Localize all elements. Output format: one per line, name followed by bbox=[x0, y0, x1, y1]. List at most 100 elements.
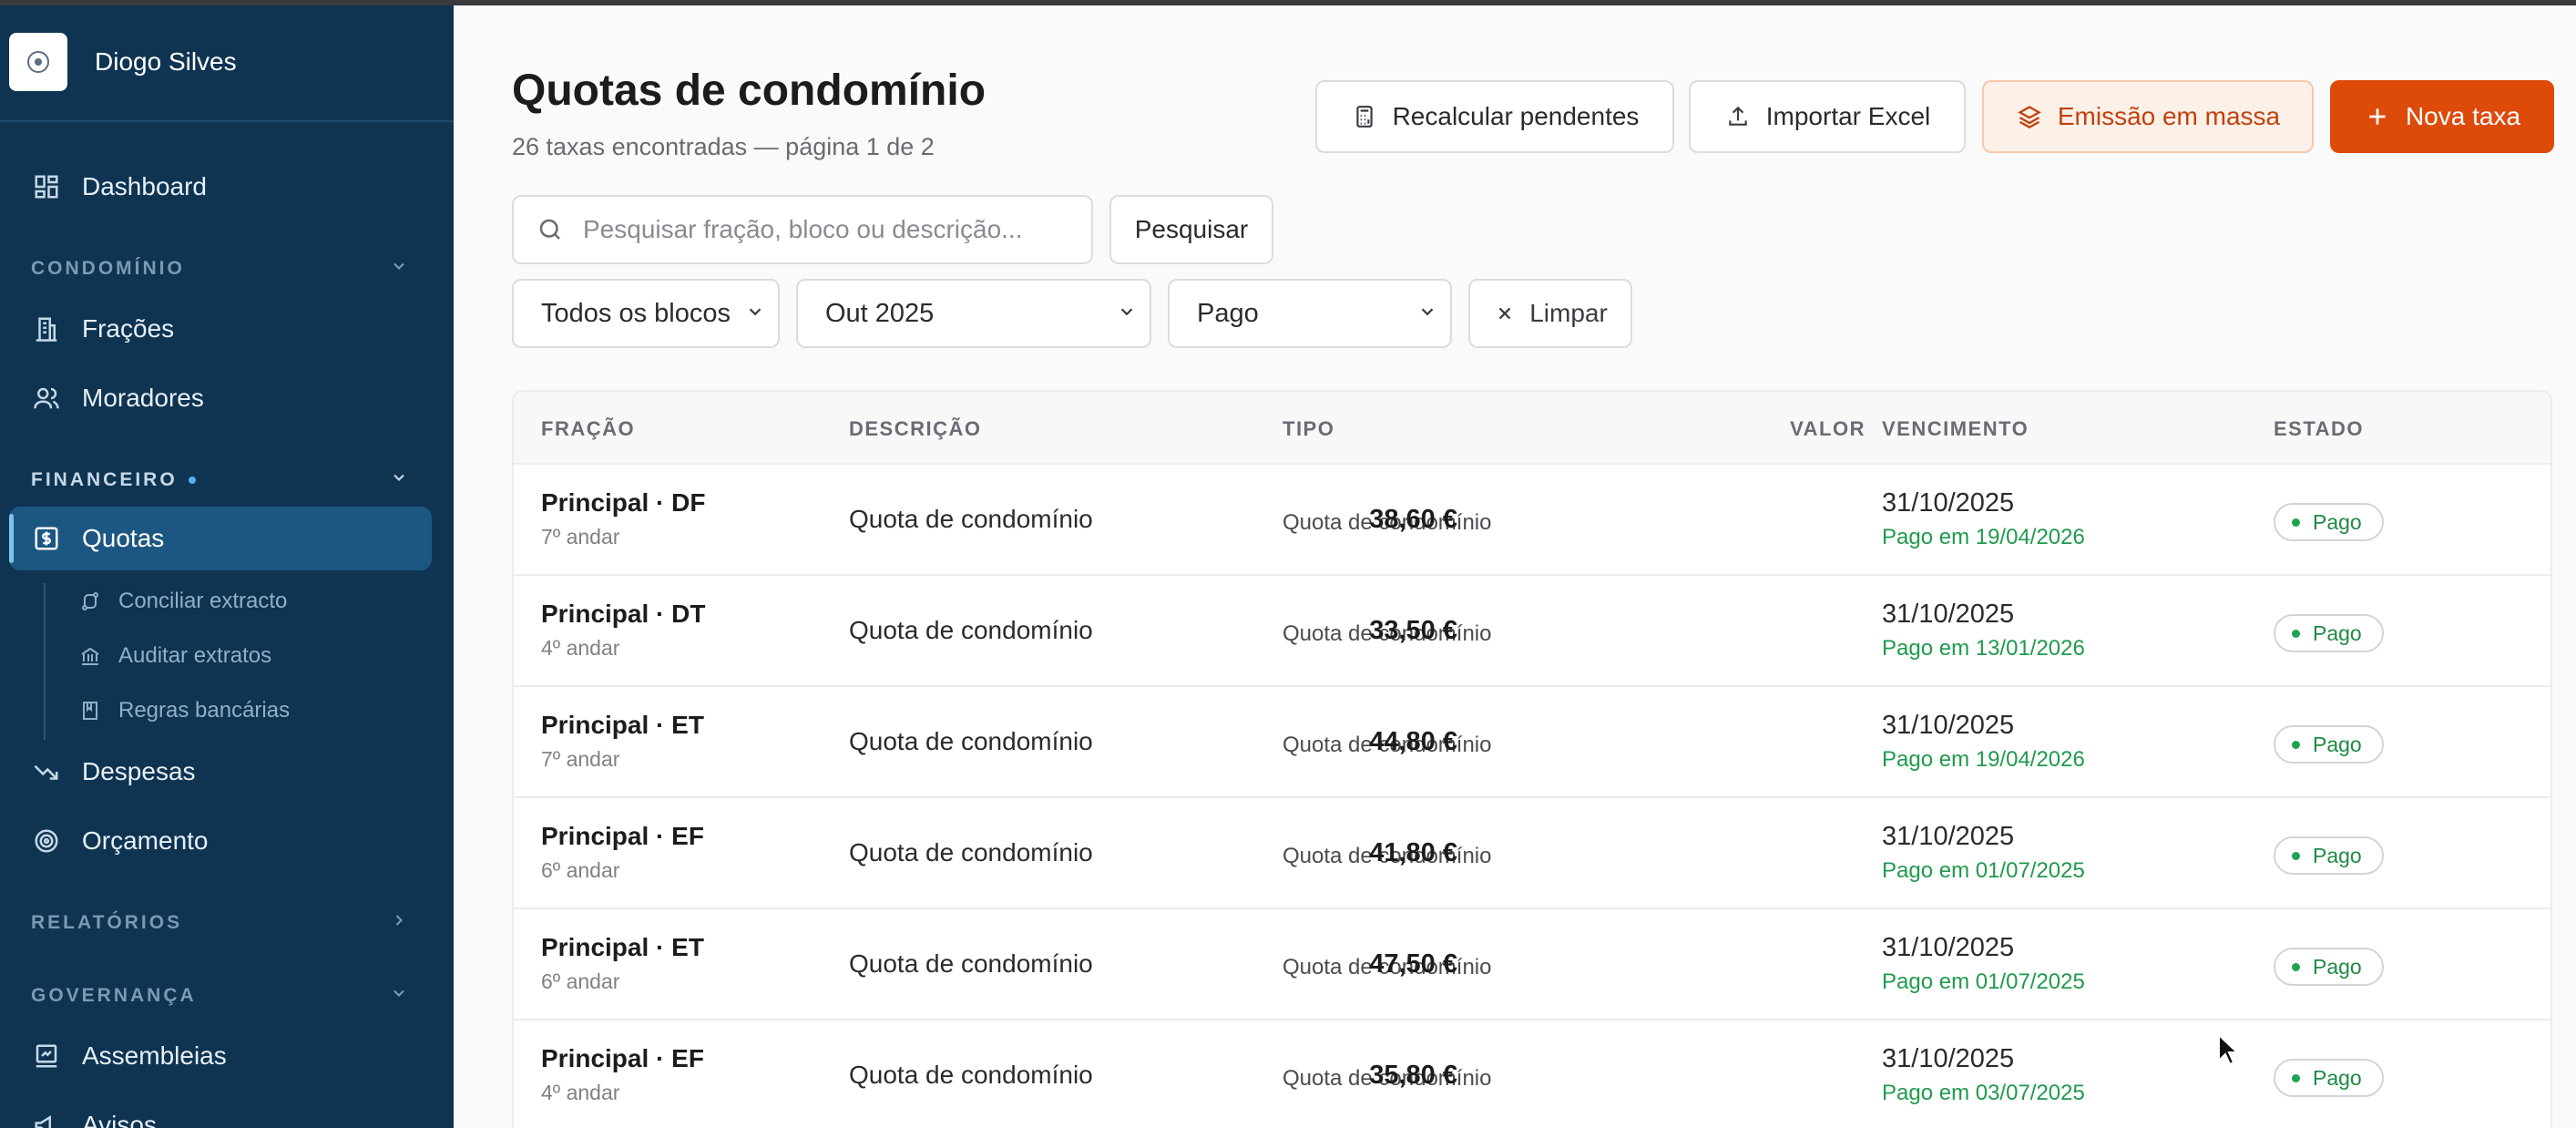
column-header-tipo[interactable]: TIPO bbox=[1283, 417, 1334, 441]
calculator-icon bbox=[1351, 103, 1378, 130]
sidebar-item-moradores[interactable]: Moradores bbox=[9, 366, 432, 430]
submenu-line bbox=[44, 583, 46, 740]
status-dot bbox=[2292, 518, 2300, 527]
valor-cell: 38,60 € bbox=[1369, 505, 1457, 534]
sidebar-item-label: Avisos bbox=[82, 1111, 157, 1128]
sidebar-subitem-label: Auditar extratos bbox=[118, 643, 272, 668]
fracao-name: Principal · ET bbox=[541, 711, 704, 739]
valor-cell: 41,80 € bbox=[1369, 838, 1457, 867]
section-label: RELATÓRIOS bbox=[31, 912, 183, 933]
section-governanca[interactable]: GOVERNANÇA bbox=[31, 984, 408, 1008]
status-badge: Pago bbox=[2274, 725, 2384, 764]
page-subtitle: 26 taxas encontradas — página 1 de 2 bbox=[512, 133, 935, 160]
sidebar-item-orcamento[interactable]: Orçamento bbox=[9, 809, 432, 873]
sidebar-item-label: Assembleias bbox=[82, 1041, 227, 1070]
sidebar-item-assembleias[interactable]: Assembleias bbox=[9, 1024, 432, 1088]
nova-taxa-button[interactable]: Nova taxa bbox=[2330, 80, 2554, 153]
sidebar-item-label: Frações bbox=[82, 314, 175, 343]
section-condominio[interactable]: CONDOMÍNIO bbox=[31, 257, 408, 281]
chevron-down-icon bbox=[745, 299, 765, 329]
table-row[interactable]: Principal · DT 4º andar Quota de condomí… bbox=[514, 576, 2550, 687]
status-dot bbox=[2292, 962, 2300, 971]
status-dot bbox=[2292, 629, 2300, 638]
limpar-button[interactable]: Limpar bbox=[1468, 279, 1632, 348]
table-row[interactable]: Principal · DF 7º andar Quota de condomí… bbox=[514, 465, 2550, 576]
page-title: Quotas de condomínio bbox=[512, 67, 986, 115]
estado-select[interactable]: Pago bbox=[1168, 279, 1452, 348]
section-relatorios[interactable]: RELATÓRIOS bbox=[31, 911, 408, 935]
bloco-select[interactable]: Todos os blocos bbox=[512, 279, 780, 348]
status-badge: Pago bbox=[2274, 1059, 2384, 1097]
user-profile[interactable]: Diogo Silves bbox=[9, 33, 237, 91]
fracao-andar: 4º andar bbox=[541, 1081, 620, 1104]
chevron-down-icon bbox=[390, 257, 408, 281]
descricao-cell: Quota de condomínio bbox=[849, 838, 1093, 867]
fracao-name: Principal · EF bbox=[541, 1044, 704, 1072]
table-row[interactable]: Principal · ET 6º andar Quota de condomí… bbox=[514, 909, 2550, 1020]
importar-excel-button[interactable]: Importar Excel bbox=[1689, 80, 1966, 153]
mes-select[interactable]: Out 2025 bbox=[796, 279, 1151, 348]
chevron-down-icon bbox=[1117, 299, 1137, 329]
main-content: Quotas de condomínio 26 taxas encontrada… bbox=[454, 5, 2576, 1128]
trending-down-icon bbox=[31, 756, 62, 787]
sidebar-subitem-regras[interactable]: Regras bancárias bbox=[78, 692, 290, 729]
column-header-valor[interactable]: VALOR bbox=[1747, 417, 1866, 441]
megaphone-icon bbox=[31, 1110, 62, 1128]
table-header: FRAÇÃO DESCRIÇÃO TIPO VALOR VENCIMENTO E… bbox=[514, 392, 2550, 465]
fracao-andar: 4º andar bbox=[541, 636, 620, 660]
emissao-em-massa-button[interactable]: Emissão em massa bbox=[1982, 80, 2314, 153]
section-label: GOVERNANÇA bbox=[31, 985, 197, 1006]
table-row[interactable]: Principal · ET 7º andar Quota de condomí… bbox=[514, 687, 2550, 798]
presentation-icon bbox=[31, 1041, 62, 1072]
sidebar-item-label: Orçamento bbox=[82, 826, 209, 855]
column-header-vencimento[interactable]: VENCIMENTO bbox=[1882, 417, 2029, 441]
sidebar-item-fracoes[interactable]: Frações bbox=[9, 297, 432, 361]
select-value: Pago bbox=[1197, 298, 1259, 328]
sidebar-item-avisos[interactable]: Avisos bbox=[9, 1093, 432, 1128]
building-icon bbox=[31, 313, 62, 344]
table-row[interactable]: Principal · EF 4º andar Quota de condomí… bbox=[514, 1020, 2550, 1128]
sidebar-item-quotas[interactable]: Quotas bbox=[9, 507, 432, 570]
select-value: Todos os blocos bbox=[541, 298, 731, 328]
condominium-logo bbox=[9, 33, 67, 91]
sidebar-subitem-label: Regras bancárias bbox=[118, 698, 291, 723]
route-icon bbox=[78, 590, 102, 613]
descricao-cell: Quota de condomínio bbox=[849, 727, 1093, 755]
descricao-cell: Quota de condomínio bbox=[849, 1061, 1093, 1089]
sidebar: Diogo Silves Dashboard CONDOMÍNIO Fraçõe… bbox=[0, 5, 454, 1128]
layers-icon bbox=[2016, 103, 2043, 130]
valor-cell: 35,80 € bbox=[1369, 1061, 1457, 1090]
sidebar-item-label: Dashboard bbox=[82, 172, 207, 200]
users-icon bbox=[31, 383, 62, 414]
search-icon bbox=[536, 215, 565, 244]
sidebar-item-label: Moradores bbox=[82, 384, 204, 412]
sidebar-item-despesas[interactable]: Despesas bbox=[9, 740, 432, 804]
plus-icon bbox=[2364, 103, 2391, 130]
vencimento-date: 31/10/2025 bbox=[1882, 600, 2015, 629]
sidebar-subitem-conciliar[interactable]: Conciliar extracto bbox=[78, 583, 287, 620]
chevron-down-icon bbox=[1417, 299, 1437, 329]
chevron-down-icon bbox=[390, 468, 408, 492]
column-header-fracao[interactable]: FRAÇÃO bbox=[541, 417, 635, 441]
column-header-descricao[interactable]: DESCRIÇÃO bbox=[849, 417, 982, 441]
table-row[interactable]: Principal · EF 6º andar Quota de condomí… bbox=[514, 798, 2550, 909]
mouse-cursor-icon bbox=[2217, 1032, 2241, 1071]
status-badge: Pago bbox=[2274, 614, 2384, 652]
button-label: Importar Excel bbox=[1765, 102, 1931, 130]
pesquisar-button[interactable]: Pesquisar bbox=[1109, 195, 1273, 264]
chevron-down-icon bbox=[390, 984, 408, 1008]
search-input[interactable] bbox=[583, 215, 1075, 244]
status-dot bbox=[2292, 851, 2300, 860]
bank-icon bbox=[78, 644, 102, 668]
dashboard-icon bbox=[31, 171, 62, 202]
chevron-right-icon bbox=[390, 911, 408, 935]
section-financeiro[interactable]: FINANCEIRO bbox=[31, 468, 408, 492]
sidebar-item-label: Quotas bbox=[82, 524, 165, 552]
sidebar-item-dashboard[interactable]: Dashboard bbox=[9, 155, 432, 219]
recalcular-pendentes-button[interactable]: Recalcular pendentes bbox=[1315, 80, 1674, 153]
pago-em-date: Pago em 01/07/2025 bbox=[1882, 969, 2085, 994]
column-header-estado[interactable]: ESTADO bbox=[2274, 417, 2364, 441]
button-label: Emissão em massa bbox=[2057, 102, 2281, 130]
descricao-cell: Quota de condomínio bbox=[849, 616, 1093, 644]
sidebar-subitem-auditar[interactable]: Auditar extratos bbox=[78, 638, 271, 674]
